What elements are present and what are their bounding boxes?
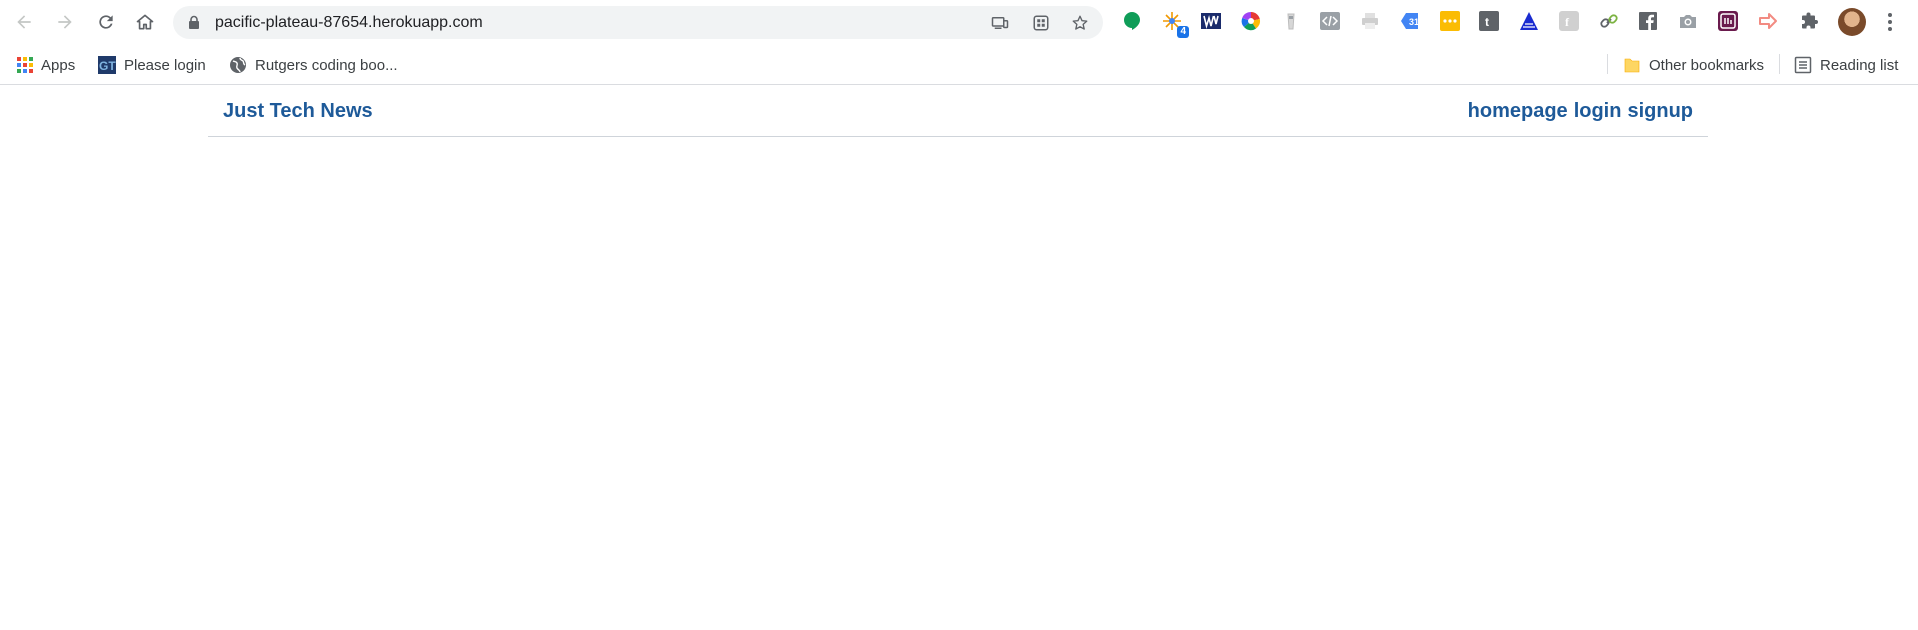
hangouts-icon[interactable] (1121, 10, 1143, 32)
cast-icon[interactable] (989, 12, 1011, 34)
reading-list-button[interactable]: Reading list (1794, 53, 1898, 77)
reading-list-icon (1794, 56, 1812, 74)
cup-ext-icon[interactable] (1280, 10, 1302, 32)
bookmarks-divider (1607, 54, 1608, 74)
other-bookmarks-label: Other bookmarks (1649, 56, 1765, 74)
code-ext-icon[interactable] (1319, 10, 1341, 32)
url-text[interactable]: pacific-plateau-87654.herokuapp.com (215, 14, 483, 32)
bookmarks-bar: Apps GT Please login Rutgers coding boo.… (0, 44, 1918, 85)
color-wheel-icon[interactable] (1240, 10, 1262, 32)
w-ext-icon[interactable] (1200, 10, 1222, 32)
folder-icon (1623, 56, 1641, 74)
bookmark-apps-label: Apps (41, 56, 76, 74)
bookmarks-divider (1779, 54, 1780, 74)
nav-homepage-link[interactable]: homepage (1468, 100, 1568, 123)
bookmark-label: Please login (124, 56, 206, 74)
svg-text:GT: GT (99, 59, 116, 73)
puzzle-icon[interactable] (1798, 10, 1820, 32)
dots-ext-icon[interactable] (1439, 10, 1461, 32)
qr-code-icon[interactable] (1030, 12, 1052, 34)
site-header: Just Tech News homepage login signup (208, 86, 1708, 137)
lock-icon (189, 15, 199, 29)
extension-badge: 4 (1177, 26, 1189, 38)
bookmark-apps[interactable]: Apps (17, 53, 75, 77)
reload-button[interactable] (92, 8, 120, 36)
arrow-ext-icon[interactable] (1757, 10, 1779, 32)
back-arrow-icon (17, 15, 31, 29)
gt-logo-icon: GT (98, 56, 116, 74)
browser-toolbar: pacific-plateau-87654.herokuapp.com 4 31 (0, 0, 1918, 44)
profile-avatar[interactable] (1838, 8, 1866, 36)
svg-text:31: 31 (1409, 17, 1419, 27)
bookmark-please-login[interactable]: GT Please login (98, 53, 206, 77)
bookmark-star-icon[interactable] (1069, 12, 1091, 34)
sparkle-ext-icon[interactable]: 4 (1161, 10, 1189, 38)
other-bookmarks-folder[interactable]: Other bookmarks (1623, 53, 1764, 77)
triangle-ext-icon[interactable] (1518, 10, 1540, 32)
address-bar[interactable]: pacific-plateau-87654.herokuapp.com (173, 6, 1103, 39)
link-ext-icon[interactable] (1598, 10, 1620, 32)
terminal-ext-icon[interactable] (1717, 10, 1739, 32)
browser-menu-icon[interactable] (1880, 10, 1900, 34)
site-title-link[interactable]: Just Tech News (223, 100, 373, 123)
calendar-ext-icon[interactable]: 31 (1399, 10, 1421, 32)
bookmark-label: Rutgers coding boo... (255, 56, 398, 74)
home-icon (136, 14, 154, 30)
site-nav: homepage login signup (1468, 100, 1693, 123)
svg-text:t: t (1485, 15, 1489, 29)
globe-icon (229, 56, 247, 74)
page-viewport: Just Tech News homepage login signup (0, 86, 1918, 630)
printer-ext-icon[interactable] (1359, 10, 1381, 32)
reading-list-label: Reading list (1820, 56, 1899, 74)
facebook-ext-icon[interactable] (1637, 10, 1659, 32)
t-ext-icon[interactable]: t (1478, 10, 1500, 32)
forward-button[interactable] (51, 8, 79, 36)
nav-signup-link[interactable]: signup (1627, 100, 1693, 123)
apps-grid-icon (17, 57, 33, 73)
forward-arrow-icon (58, 15, 72, 29)
reload-icon (99, 15, 113, 29)
home-button[interactable] (131, 8, 159, 36)
camera-ext-icon[interactable] (1677, 10, 1699, 32)
bookmark-rutgers-coding[interactable]: Rutgers coding boo... (229, 53, 398, 77)
nav-login-link[interactable]: login (1574, 100, 1622, 123)
back-button[interactable] (10, 8, 38, 36)
f-ext-icon[interactable]: f (1558, 10, 1580, 32)
